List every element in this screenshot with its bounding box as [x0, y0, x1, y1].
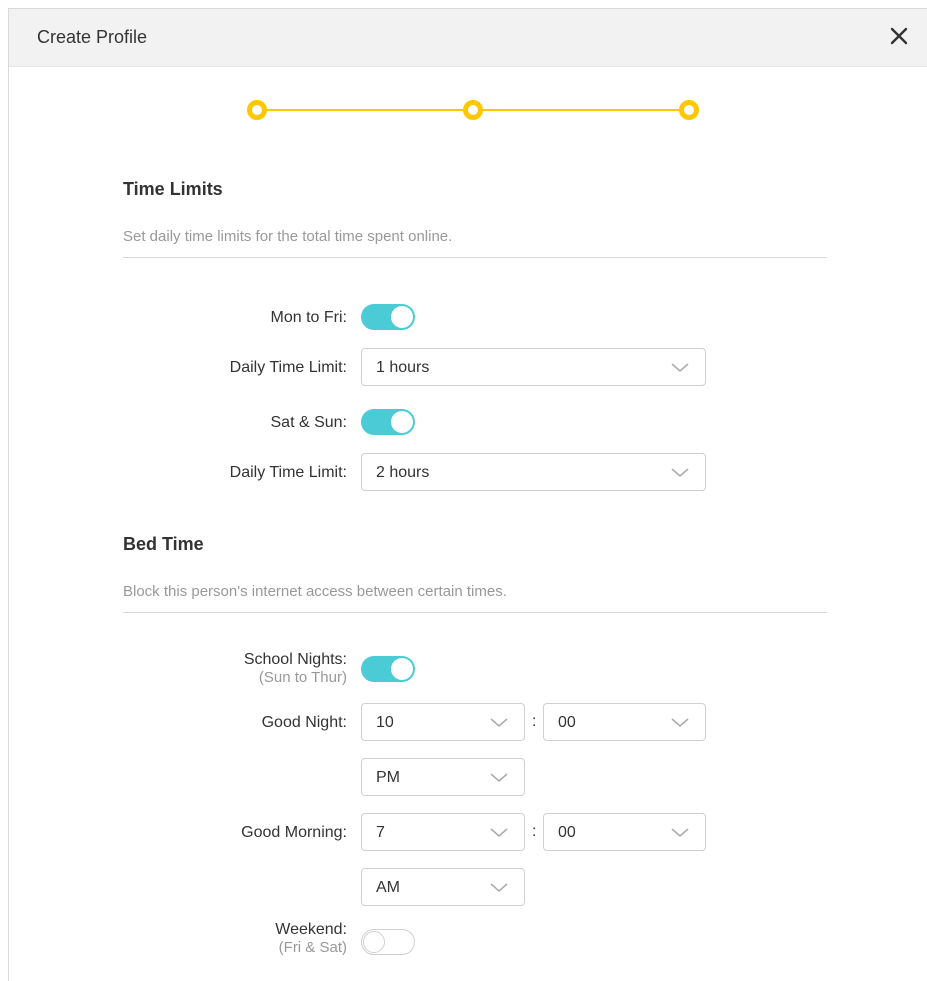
step-3-dot	[679, 100, 699, 120]
good-night-ampm-select[interactable]: PM	[361, 758, 525, 796]
good-morning-label: Good Morning:	[241, 824, 347, 841]
good-morning-ampm-value: AM	[376, 879, 400, 896]
close-icon	[890, 27, 908, 45]
time-limits-title: Time Limits	[123, 179, 223, 199]
progress-stepper	[242, 100, 702, 120]
good-morning-ampm-select[interactable]: AM	[361, 868, 525, 906]
toggle-knob	[391, 411, 413, 433]
good-night-hour-value: 10	[376, 714, 394, 731]
time-separator: :	[532, 823, 537, 840]
sat-sun-toggle[interactable]	[361, 409, 415, 435]
good-night-ampm-value: PM	[376, 769, 400, 786]
good-night-minute-value: 00	[558, 714, 576, 731]
time-limits-description: Set daily time limits for the total time…	[123, 228, 453, 245]
good-morning-hour-value: 7	[376, 824, 385, 841]
weekend-text: Weekend:	[275, 921, 347, 938]
chevron-down-icon	[490, 718, 508, 727]
section-divider	[123, 257, 827, 258]
good-morning-minute-select[interactable]: 00	[543, 813, 706, 851]
chevron-down-icon	[671, 363, 689, 372]
chevron-down-icon	[671, 718, 689, 727]
weekend-sub: (Fri & Sat)	[278, 939, 347, 956]
school-nights-sub: (Sun to Thur)	[258, 669, 347, 686]
toggle-knob	[391, 658, 413, 680]
good-night-label: Good Night:	[261, 714, 347, 731]
chevron-down-icon	[490, 773, 508, 782]
dialog-header: Create Profile	[9, 9, 927, 67]
mon-fri-toggle[interactable]	[361, 304, 415, 330]
stepper-line	[260, 109, 466, 111]
bed-time-title: Bed Time	[123, 534, 204, 554]
weekday-limit-value: 1 hours	[376, 359, 430, 376]
chevron-down-icon	[490, 883, 508, 892]
time-separator: :	[532, 713, 537, 730]
step-2-dot	[463, 100, 483, 120]
weekend-bedtime-label: Weekend: (Fri & Sat)	[275, 921, 347, 956]
toggle-knob	[391, 306, 413, 328]
bed-time-description: Block this person's internet access betw…	[123, 583, 507, 600]
weekend-limit-select[interactable]: 2 hours	[361, 453, 706, 491]
dialog-title: Create Profile	[37, 27, 148, 47]
toggle-knob	[363, 931, 385, 953]
mon-fri-label: Mon to Fri:	[270, 309, 347, 326]
section-divider	[123, 612, 827, 613]
close-button[interactable]	[884, 21, 914, 51]
weekend-bedtime-toggle[interactable]	[361, 929, 415, 955]
school-nights-text: School Nights:	[243, 651, 347, 668]
weekend-limit-value: 2 hours	[376, 464, 430, 481]
good-night-hour-select[interactable]: 10	[361, 703, 525, 741]
weekday-limit-select[interactable]: 1 hours	[361, 348, 706, 386]
chevron-down-icon	[490, 828, 508, 837]
good-morning-hour-select[interactable]: 7	[361, 813, 525, 851]
school-nights-toggle[interactable]	[361, 656, 415, 682]
good-morning-minute-value: 00	[558, 824, 576, 841]
chevron-down-icon	[671, 828, 689, 837]
school-nights-label: School Nights: (Sun to Thur)	[244, 651, 347, 686]
weekend-limit-label: Daily Time Limit:	[229, 464, 347, 481]
stepper-line	[481, 109, 681, 111]
step-1-dot	[247, 100, 267, 120]
chevron-down-icon	[671, 468, 689, 477]
sat-sun-label: Sat & Sun:	[270, 414, 348, 431]
good-night-minute-select[interactable]: 00	[543, 703, 706, 741]
weekday-limit-label: Daily Time Limit:	[229, 359, 347, 376]
